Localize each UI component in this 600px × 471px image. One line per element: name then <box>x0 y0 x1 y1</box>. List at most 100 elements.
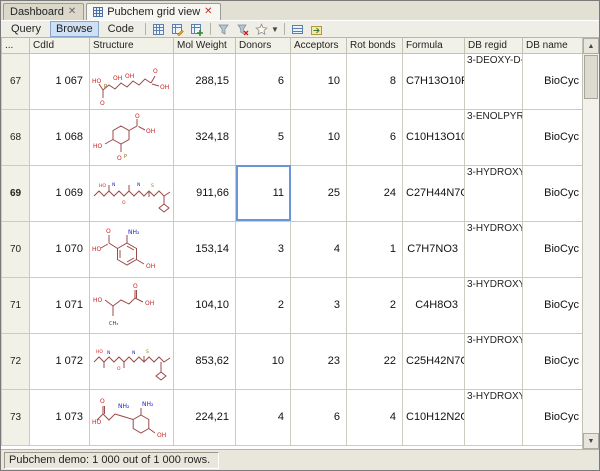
column-header-db-name[interactable]: DB name <box>523 38 583 53</box>
mode-query[interactable]: Query <box>5 21 47 37</box>
mol-weight-cell[interactable]: 153,14 <box>174 221 236 277</box>
acceptors-cell[interactable]: 23 <box>291 333 347 389</box>
acceptors-cell[interactable]: 10 <box>291 109 347 165</box>
scrollbar-thumb[interactable] <box>584 55 598 99</box>
row-number[interactable]: 71 <box>2 277 30 333</box>
db-name-cell[interactable]: BioCyc <box>523 277 583 333</box>
formula-cell[interactable]: C25H42N7O18P3S <box>403 333 465 389</box>
structure-cell[interactable]: NH₂ O HO OH <box>90 221 174 277</box>
column-header-formula[interactable]: Formula <box>403 38 465 53</box>
acceptors-cell[interactable]: 10 <box>291 53 347 109</box>
db-name-cell[interactable]: BioCyc <box>523 165 583 221</box>
table-row[interactable]: 70 1 070 NH₂ O HO OH <box>2 221 583 277</box>
formula-cell[interactable]: C27H44N7O20P3S <box>403 165 465 221</box>
cdid-cell[interactable]: 1 070 <box>30 221 90 277</box>
db-regid-cell[interactable]: 3-ENOLPYRUVYL-SHI <box>465 109 523 165</box>
edit-view-icon[interactable] <box>170 22 186 37</box>
filter-icon[interactable] <box>216 22 232 37</box>
row-number[interactable]: 67 <box>2 53 30 109</box>
donors-cell[interactable]: 10 <box>236 333 291 389</box>
cdid-cell[interactable]: 1 067 <box>30 53 90 109</box>
cdid-cell[interactable]: 1 072 <box>30 333 90 389</box>
formula-cell[interactable]: C4H8O3 <box>403 277 465 333</box>
rot-bonds-cell[interactable]: 6 <box>347 109 403 165</box>
db-name-cell[interactable]: BioCyc <box>523 109 583 165</box>
row-number[interactable]: 70 <box>2 221 30 277</box>
mol-weight-cell[interactable]: 324,18 <box>174 109 236 165</box>
scroll-up-button[interactable]: ▲ <box>583 38 599 54</box>
structure-cell[interactable]: O NH₂ NH₂ OH HO <box>90 389 174 445</box>
chevron-down-icon[interactable]: ▼ <box>271 25 279 34</box>
mode-browse[interactable]: Browse <box>50 21 99 37</box>
donors-cell[interactable]: 6 <box>236 53 291 109</box>
new-view-icon[interactable] <box>151 22 167 37</box>
table-row[interactable]: 67 1 067 HOO OHOH OOH P <box>2 53 583 109</box>
structure-cell[interactable]: HO CH₃ O OH <box>90 277 174 333</box>
donors-cell-selected[interactable]: 11 <box>236 165 291 221</box>
mol-weight-cell[interactable]: 911,66 <box>174 165 236 221</box>
column-header-mol-weight[interactable]: Mol Weight <box>174 38 236 53</box>
formula-cell[interactable]: C7H13O10P <box>403 53 465 109</box>
donors-cell[interactable]: 4 <box>236 389 291 445</box>
db-regid-cell[interactable]: 3-HYDROXY-ISOBUT <box>465 277 523 333</box>
mol-weight-cell[interactable]: 104,10 <box>174 277 236 333</box>
db-name-cell[interactable]: BioCyc <box>523 221 583 277</box>
table-row[interactable]: 73 1 073 O NH₂ <box>2 389 583 445</box>
structure-cell[interactable]: NN OS HO <box>90 333 174 389</box>
db-name-cell[interactable]: BioCyc <box>523 389 583 445</box>
tab-pubchem-grid-view[interactable]: Pubchem grid view ✕ <box>86 3 220 20</box>
column-header-acceptors[interactable]: Acceptors <box>291 38 347 53</box>
db-name-cell[interactable]: BioCyc <box>523 333 583 389</box>
cdid-cell[interactable]: 1 069 <box>30 165 90 221</box>
rot-bonds-cell[interactable]: 8 <box>347 53 403 109</box>
column-header-rownum[interactable]: ... <box>2 38 30 53</box>
vertical-scrollbar[interactable]: ▲ ▼ <box>582 38 599 449</box>
table-row[interactable]: 71 1 071 HO CH₃ O OH 1 <box>2 277 583 333</box>
acceptors-cell[interactable]: 4 <box>291 221 347 277</box>
db-regid-cell[interactable]: 3-HYDROXY-3-METH <box>465 165 523 221</box>
mol-weight-cell[interactable]: 853,62 <box>174 333 236 389</box>
structure-cell[interactable]: NN OS HO <box>90 165 174 221</box>
acceptors-cell[interactable]: 6 <box>291 389 347 445</box>
structure-cell[interactable]: OOH OP HO <box>90 109 174 165</box>
row-number[interactable]: 69 <box>2 165 30 221</box>
cdid-cell[interactable]: 1 071 <box>30 277 90 333</box>
db-regid-cell[interactable]: 3-DEOXY-D-ARABIN <box>465 53 523 109</box>
db-regid-cell[interactable]: 3-HYDROXY-ANTHRA <box>465 221 523 277</box>
table-row[interactable]: 69 1 069 NN OS HO <box>2 165 583 221</box>
donors-cell[interactable]: 2 <box>236 277 291 333</box>
column-header-donors[interactable]: Donors <box>236 38 291 53</box>
tab-dashboard[interactable]: Dashboard ✕ <box>3 3 84 20</box>
scrollbar-track[interactable] <box>583 54 599 433</box>
column-header-structure[interactable]: Structure <box>90 38 174 53</box>
rot-bonds-cell[interactable]: 24 <box>347 165 403 221</box>
mol-weight-cell[interactable]: 288,15 <box>174 53 236 109</box>
donors-cell[interactable]: 3 <box>236 221 291 277</box>
cdid-cell[interactable]: 1 073 <box>30 389 90 445</box>
row-number[interactable]: 73 <box>2 389 30 445</box>
column-header-cdid[interactable]: CdId <box>30 38 90 53</box>
rot-bonds-cell[interactable]: 2 <box>347 277 403 333</box>
form-view-icon[interactable] <box>290 22 306 37</box>
db-regid-cell[interactable]: 3-HYDROXY-ISOBUT <box>465 333 523 389</box>
close-icon[interactable]: ✕ <box>204 8 212 16</box>
donors-cell[interactable]: 5 <box>236 109 291 165</box>
row-number[interactable]: 68 <box>2 109 30 165</box>
acceptors-cell[interactable]: 3 <box>291 277 347 333</box>
duplicate-view-icon[interactable] <box>189 22 205 37</box>
row-number[interactable]: 72 <box>2 333 30 389</box>
cdid-cell[interactable]: 1 068 <box>30 109 90 165</box>
close-icon[interactable]: ✕ <box>68 8 76 16</box>
table-row[interactable]: 68 1 068 OOH OP HO 32 <box>2 109 583 165</box>
column-header-db-regid[interactable]: DB regid <box>465 38 523 53</box>
column-header-rot-bonds[interactable]: Rot bonds <box>347 38 403 53</box>
db-name-cell[interactable]: BioCyc <box>523 53 583 109</box>
formula-cell[interactable]: C10H12N2O4 <box>403 389 465 445</box>
favorites-star-icon[interactable] <box>254 22 270 37</box>
table-row[interactable]: 72 1 072 NN OS HO <box>2 333 583 389</box>
rot-bonds-cell[interactable]: 4 <box>347 389 403 445</box>
mol-weight-cell[interactable]: 224,21 <box>174 389 236 445</box>
export-icon[interactable] <box>309 22 325 37</box>
formula-cell[interactable]: C10H13O10P <box>403 109 465 165</box>
structure-cell[interactable]: HOO OHOH OOH P <box>90 53 174 109</box>
